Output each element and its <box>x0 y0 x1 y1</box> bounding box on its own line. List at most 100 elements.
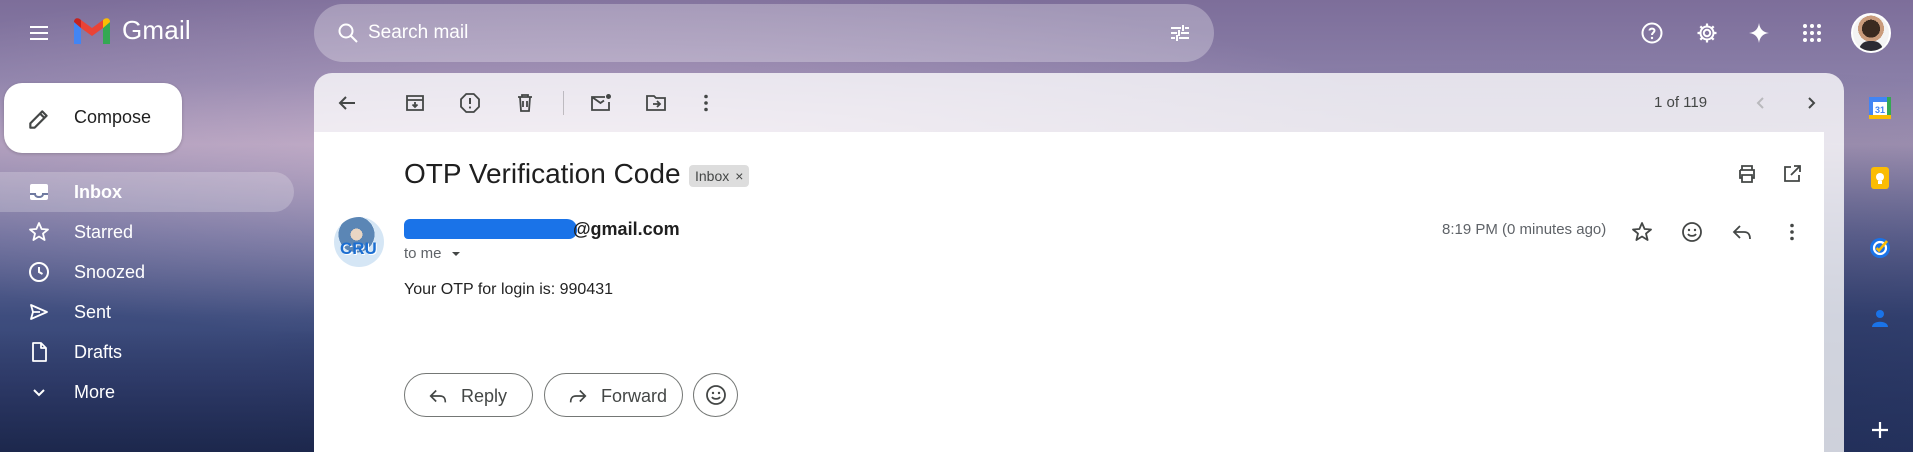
mark-unread-button[interactable] <box>581 83 621 123</box>
search-options-icon[interactable] <box>1160 13 1200 53</box>
avatar-text: CRU <box>340 239 377 258</box>
sender-email[interactable]: @gmail.com <box>573 219 680 240</box>
search-icon[interactable] <box>328 13 368 53</box>
search-input[interactable] <box>368 16 1128 50</box>
back-arrow-icon <box>338 96 355 110</box>
main-menu-button[interactable] <box>19 13 59 53</box>
sidebar-item-label: Snoozed <box>74 262 146 282</box>
tasks-app-button[interactable] <box>1864 232 1896 264</box>
calendar-day: 31 <box>1875 105 1885 115</box>
inbox-icon <box>30 184 48 200</box>
forward-icon <box>569 389 587 403</box>
add-reaction-button[interactable] <box>1672 212 1712 252</box>
message-content: OTP Verification Code Inbox × CRU @gmail… <box>314 132 1824 452</box>
recipient-text: to me <box>404 245 442 262</box>
add-apps-button[interactable] <box>1864 414 1896 446</box>
reply-icon <box>1732 225 1751 240</box>
sidebar-item-starred[interactable]: Starred <box>0 212 294 252</box>
contacts-icon <box>1872 310 1888 327</box>
archive-icon <box>406 95 424 111</box>
star-icon <box>29 222 49 241</box>
search-bar[interactable] <box>314 4 1214 62</box>
sidebar-item-snoozed[interactable]: Snoozed <box>0 252 294 292</box>
pencil-icon <box>29 110 48 129</box>
chevron-right-icon <box>1808 97 1816 109</box>
hamburger-icon <box>30 26 48 40</box>
redacted-sender-name <box>404 219 577 239</box>
message-subject: OTP Verification Code <box>404 158 681 189</box>
more-options-button[interactable] <box>686 83 726 123</box>
help-button[interactable] <box>1632 13 1672 53</box>
back-button[interactable] <box>327 83 367 123</box>
emoji-reaction-button[interactable] <box>693 373 738 417</box>
reply-icon-button[interactable] <box>1722 212 1762 252</box>
gemini-icon <box>1749 23 1769 43</box>
forward-button[interactable]: Forward <box>544 373 683 417</box>
sidebar-item-label: Sent <box>74 302 112 322</box>
inbox-label-chip[interactable]: Inbox × <box>689 165 750 187</box>
sidebar-item-sent[interactable]: Sent <box>0 292 294 332</box>
delete-button[interactable] <box>505 83 545 123</box>
clock-icon <box>29 262 49 282</box>
message-more-button[interactable] <box>1772 212 1812 252</box>
sidebar-item-more[interactable]: More <box>0 372 294 412</box>
delete-icon <box>518 94 532 112</box>
print-button[interactable] <box>1727 154 1767 194</box>
sidebar-nav: Inbox Starred Snoozed Sent Drafts More <box>0 172 294 412</box>
pager-text: 1 of 119 <box>1654 94 1708 111</box>
report-spam-icon <box>460 93 480 113</box>
add-icon <box>1872 422 1888 438</box>
sender-avatar[interactable]: CRU <box>334 217 384 267</box>
mark-unread-icon <box>591 94 611 111</box>
newer-button[interactable] <box>1741 83 1781 123</box>
open-new-window-button[interactable] <box>1772 154 1812 194</box>
settings-button[interactable] <box>1687 13 1727 53</box>
open-in-new-icon <box>1784 165 1801 182</box>
apps-icon <box>1803 24 1821 42</box>
contacts-app-button[interactable] <box>1864 302 1896 334</box>
message-body: Your OTP for login is: 990431 <box>404 281 614 298</box>
google-apps-button[interactable] <box>1792 13 1832 53</box>
message-panel: 1 of 119 OTP Verification Code Inbox × C… <box>314 73 1844 452</box>
app-name: Gmail <box>122 15 191 45</box>
reply-icon <box>429 389 447 403</box>
sidebar-item-drafts[interactable]: Drafts <box>0 332 294 372</box>
chevron-left-icon <box>1756 97 1764 109</box>
sidebar-item-label: Inbox <box>74 182 122 202</box>
print-icon <box>1739 165 1755 183</box>
compose-button[interactable]: Compose <box>4 83 182 153</box>
recipient-line: to me <box>404 245 462 262</box>
account-avatar[interactable] <box>1851 13 1891 53</box>
more-vert-icon <box>1790 223 1794 241</box>
settings-icon <box>1697 23 1717 43</box>
sidebar-item-label: Drafts <box>74 342 123 362</box>
reply-button[interactable]: Reply <box>404 373 533 417</box>
report-spam-button[interactable] <box>450 83 490 123</box>
gemini-button[interactable] <box>1739 13 1779 53</box>
move-to-button[interactable] <box>636 83 676 123</box>
gmail-m-icon <box>74 17 110 44</box>
emoji-icon <box>1682 222 1702 242</box>
help-icon <box>1641 22 1663 44</box>
sidebar-item-inbox[interactable]: Inbox <box>0 172 294 212</box>
forward-label: Forward <box>601 386 668 406</box>
remove-label-icon[interactable]: × <box>735 168 743 184</box>
move-to-icon <box>646 95 666 111</box>
caret-down-icon[interactable] <box>450 248 462 260</box>
calendar-icon: 31 <box>1869 97 1891 119</box>
gmail-logo[interactable]: Gmail <box>72 15 191 46</box>
compose-label: Compose <box>74 107 152 127</box>
older-button[interactable] <box>1791 83 1831 123</box>
label-chip-text: Inbox <box>695 168 730 184</box>
archive-button[interactable] <box>395 83 435 123</box>
star-button[interactable] <box>1622 212 1662 252</box>
star-icon <box>1632 222 1652 241</box>
sidebar-item-label: More <box>74 382 116 402</box>
chevron-down-icon <box>33 389 45 397</box>
more-vert-icon <box>704 94 708 112</box>
keep-app-button[interactable] <box>1864 162 1896 194</box>
draft-icon <box>32 342 47 362</box>
calendar-app-button[interactable]: 31 <box>1864 92 1896 124</box>
toolbar-divider <box>563 91 564 115</box>
emoji-icon <box>705 385 726 405</box>
